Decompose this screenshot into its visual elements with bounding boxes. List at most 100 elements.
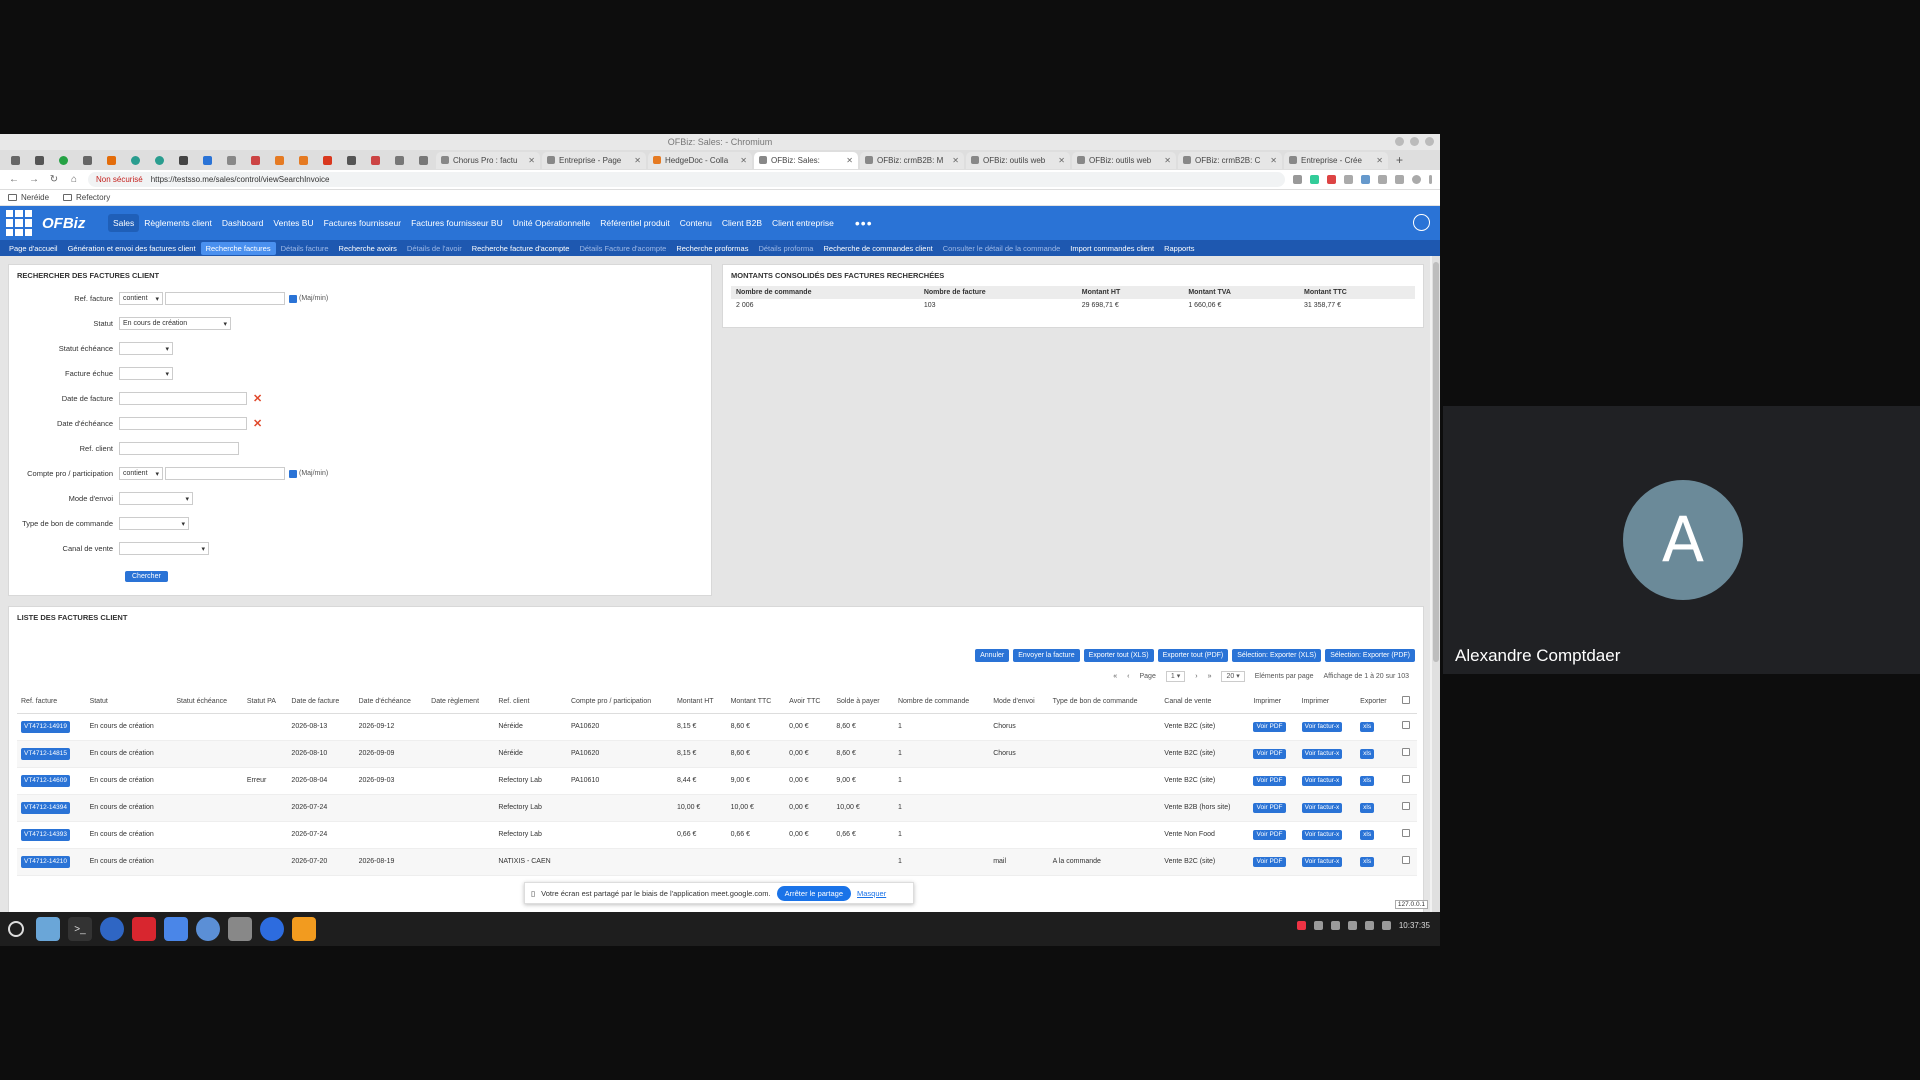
more-menu-button[interactable]: ••• bbox=[855, 215, 873, 231]
tray-app-icon[interactable] bbox=[1330, 921, 1340, 930]
pinned-tab[interactable] bbox=[340, 152, 362, 168]
subnav-item[interactable]: Détails facture bbox=[276, 242, 334, 255]
subnav-item[interactable]: Génération et envoi des factures client bbox=[63, 242, 201, 255]
sublime-icon[interactable] bbox=[292, 917, 316, 941]
column-header[interactable]: Imprimer bbox=[1249, 691, 1298, 714]
tab-menu-icon[interactable] bbox=[4, 152, 26, 168]
close-tab-icon[interactable]: ✕ bbox=[634, 156, 641, 165]
canal-select[interactable]: ▾ bbox=[119, 542, 209, 555]
invoice-ref-link[interactable]: VT4712-14609 bbox=[21, 774, 71, 787]
pinned-tab[interactable] bbox=[388, 152, 410, 168]
ofbiz-logo[interactable]: OFBiz bbox=[42, 215, 98, 232]
send-invoice-button[interactable]: Envoyer la facture bbox=[1013, 649, 1080, 662]
user-account-icon[interactable] bbox=[1413, 214, 1430, 231]
table-cell[interactable]: VT4712-14393 bbox=[17, 821, 86, 849]
nav-ventes-bu[interactable]: Ventes BU bbox=[268, 214, 318, 232]
column-header[interactable]: Avoir TTC bbox=[785, 691, 833, 714]
browser-tab[interactable]: OFBiz: outils web ✕ bbox=[1072, 151, 1176, 169]
nav-reglements-client[interactable]: Règlements client bbox=[139, 214, 217, 232]
export-xls-button[interactable]: xls bbox=[1360, 748, 1375, 759]
nav-referentiel-produit[interactable]: Référentiel produit bbox=[595, 214, 674, 232]
forward-icon[interactable]: → bbox=[28, 174, 40, 185]
export-all-xls-button[interactable]: Exporter tout (XLS) bbox=[1083, 649, 1154, 662]
row-checkbox[interactable] bbox=[1401, 721, 1410, 729]
files-icon[interactable] bbox=[36, 917, 60, 941]
pinned-tab[interactable] bbox=[364, 152, 386, 168]
nav-client-entreprise[interactable]: Client entreprise bbox=[767, 214, 839, 232]
back-icon[interactable]: ← bbox=[8, 174, 20, 185]
pinned-tab[interactable] bbox=[100, 152, 122, 168]
export-xls-button[interactable]: xls bbox=[1360, 829, 1375, 840]
invoice-ref-link[interactable]: VT4712-14394 bbox=[21, 801, 71, 814]
invoice-ref-link[interactable]: VT4712-14210 bbox=[21, 855, 71, 868]
export-xls-button[interactable]: xls bbox=[1360, 721, 1375, 732]
column-header[interactable]: Compte pro / participation bbox=[566, 691, 673, 714]
export-xls-button[interactable]: xls bbox=[1360, 775, 1375, 786]
browser-tab[interactable]: Chorus Pro : factu ✕ bbox=[436, 151, 540, 169]
view-pdf-button[interactable]: Voir PDF bbox=[1253, 829, 1286, 840]
browser-tab[interactable]: OFBiz: outils web ✕ bbox=[966, 151, 1070, 169]
next-page-icon[interactable]: › bbox=[1195, 673, 1197, 680]
ref-client-input[interactable] bbox=[119, 442, 239, 455]
column-header[interactable]: Montant HT bbox=[672, 691, 727, 714]
browser-app-icon[interactable] bbox=[100, 917, 124, 941]
pinned-tab[interactable] bbox=[124, 152, 146, 168]
column-header[interactable]: Date de facture bbox=[287, 691, 355, 714]
clear-date-icon[interactable]: ✕ bbox=[253, 417, 262, 430]
intellij-icon[interactable] bbox=[132, 917, 156, 941]
search-button[interactable]: Chercher bbox=[125, 571, 168, 582]
battery-icon[interactable] bbox=[1381, 921, 1391, 930]
invoice-ref-link[interactable]: VT4712-14919 bbox=[21, 720, 71, 733]
reload-icon[interactable]: ↻ bbox=[48, 174, 60, 185]
view-facturx-button[interactable]: Voir factur-x bbox=[1301, 748, 1343, 759]
table-cell[interactable]: VT4712-14919 bbox=[17, 713, 86, 741]
subnav-item[interactable]: Recherche facture d'acompte bbox=[467, 242, 575, 255]
view-facturx-button[interactable]: Voir factur-x bbox=[1301, 856, 1343, 867]
close-tab-icon[interactable]: ✕ bbox=[952, 156, 959, 165]
view-facturx-button[interactable]: Voir factur-x bbox=[1301, 721, 1343, 732]
select-all-checkbox[interactable] bbox=[1397, 691, 1417, 714]
close-tab-icon[interactable]: ✕ bbox=[1376, 156, 1383, 165]
statut-select[interactable]: En cours de création ▾ bbox=[119, 317, 231, 330]
column-header[interactable]: Montant TTC bbox=[726, 691, 786, 714]
subnav-item[interactable]: Recherche avoirs bbox=[334, 242, 402, 255]
compte-operator-select[interactable]: contient ▾ bbox=[119, 467, 163, 480]
column-header[interactable]: Type de bon de commande bbox=[1048, 691, 1161, 714]
facture-echue-select[interactable]: ▾ bbox=[119, 367, 173, 380]
pinned-tab[interactable] bbox=[220, 152, 242, 168]
first-page-icon[interactable]: « bbox=[1113, 673, 1117, 680]
table-cell[interactable]: VT4712-14609 bbox=[17, 767, 86, 795]
clear-date-icon[interactable]: ✕ bbox=[253, 392, 262, 405]
pinned-tab[interactable] bbox=[412, 152, 434, 168]
volume-icon[interactable] bbox=[1364, 921, 1374, 930]
date-echeance-input[interactable] bbox=[119, 417, 247, 430]
view-pdf-button[interactable]: Voir PDF bbox=[1253, 721, 1286, 732]
export-selection-pdf-button[interactable]: Sélection: Exporter (PDF) bbox=[1325, 649, 1415, 662]
browser-tab[interactable]: HedgeDoc - Colla ✕ bbox=[648, 151, 752, 169]
subnav-item[interactable]: Détails proforma bbox=[753, 242, 818, 255]
checkbox-icon[interactable] bbox=[1401, 696, 1410, 705]
nav-factures-fournisseur-bu[interactable]: Factures fournisseur BU bbox=[406, 214, 508, 232]
subnav-item[interactable]: Détails Facture d'acompte bbox=[574, 242, 671, 255]
column-header[interactable]: Ref. facture bbox=[17, 691, 86, 714]
nav-factures-fournisseur[interactable]: Factures fournisseur bbox=[319, 214, 406, 232]
table-cell[interactable]: VT4712-14210 bbox=[17, 848, 86, 876]
subnav-item[interactable]: Détails de l'avoir bbox=[402, 242, 467, 255]
security-warning[interactable]: Non sécurisé bbox=[96, 175, 143, 184]
date-facture-input[interactable] bbox=[119, 392, 247, 405]
subnav-item[interactable]: Recherche de commandes client bbox=[818, 242, 937, 255]
bookmark-folder[interactable]: Refectory bbox=[63, 193, 110, 202]
subnav-item[interactable]: Rapports bbox=[1159, 242, 1199, 255]
new-tab-button[interactable]: + bbox=[1390, 153, 1403, 167]
column-header[interactable]: Nombre de commande bbox=[893, 691, 990, 714]
page-select[interactable]: 1 ▾ bbox=[1165, 671, 1186, 682]
browser-tab-active[interactable]: OFBiz: Sales: ✕ bbox=[754, 151, 858, 169]
pinned-tab[interactable] bbox=[196, 152, 218, 168]
image-viewer-icon[interactable] bbox=[228, 917, 252, 941]
export-all-pdf-button[interactable]: Exporter tout (PDF) bbox=[1157, 649, 1229, 662]
export-xls-button[interactable]: xls bbox=[1360, 856, 1375, 867]
last-page-icon[interactable]: » bbox=[1208, 673, 1212, 680]
extensions-puzzle-icon[interactable] bbox=[1378, 175, 1387, 184]
pinned-tab[interactable] bbox=[76, 152, 98, 168]
hide-banner-link[interactable]: Masquer bbox=[857, 889, 886, 898]
